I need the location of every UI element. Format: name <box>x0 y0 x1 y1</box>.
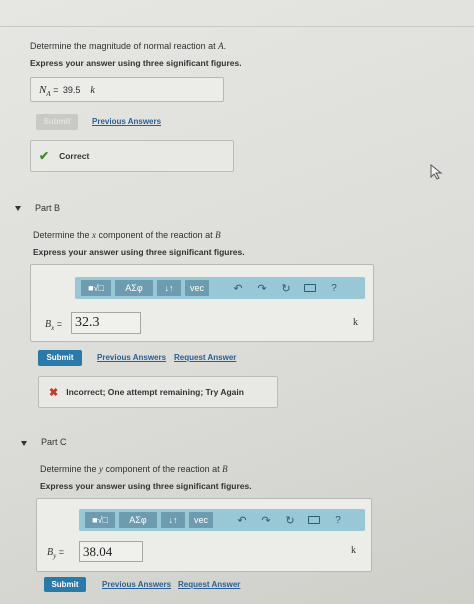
part-b-math-toolbar: ■√□ ΑΣφ ↓↑ vec ↶ ↷ ↻ ? <box>75 277 365 299</box>
keyboard-icon[interactable] <box>305 512 323 528</box>
part-a-answer-box: NA = 39.5 k <box>30 77 224 102</box>
part-a-previous-answers-link[interactable]: Previous Answers <box>92 117 161 126</box>
answer-unit: k <box>90 85 95 96</box>
question-var2: B <box>215 230 221 240</box>
part-c-math-toolbar: ■√□ ΑΣφ ↓↑ vec ↶ ↷ ↻ ? <box>79 509 365 531</box>
help-icon[interactable]: ? <box>329 512 347 528</box>
templates-button[interactable]: ■√□ <box>85 512 115 528</box>
part-a-submit-button[interactable]: Submit <box>36 114 78 130</box>
part-a-instruction: Express your answer using three signific… <box>30 58 242 68</box>
feedback-text: Incorrect; One attempt remaining; Try Ag… <box>66 387 244 397</box>
part-c-instruction: Express your answer using three signific… <box>40 481 252 491</box>
undo-icon[interactable]: ↶ <box>233 512 251 528</box>
part-b-input-label: Bx = <box>45 319 62 332</box>
part-b-previous-answers-link[interactable]: Previous Answers <box>97 353 166 362</box>
part-c-answer-input[interactable]: 38.04 <box>79 541 143 562</box>
part-a-question: Determine the magnitude of normal reacti… <box>30 41 226 51</box>
part-b-title[interactable]: Part B <box>35 203 60 213</box>
part-b-collapse-caret-icon[interactable] <box>15 206 21 211</box>
cross-icon: ✖ <box>49 386 59 399</box>
subscript-superscript-button[interactable]: ↓↑ <box>161 512 185 528</box>
label-eq: = <box>56 547 64 557</box>
part-c-unit: k <box>351 545 356 556</box>
part-c-question: Determine the y component of the reactio… <box>40 464 228 474</box>
feedback-text: Correct <box>59 151 90 161</box>
part-c-input-label: By = <box>47 547 64 560</box>
part-c-collapse-caret-icon[interactable] <box>21 441 27 446</box>
part-b-question: Determine the x component of the reactio… <box>33 230 221 240</box>
question-text: Determine the <box>33 230 93 240</box>
undo-icon[interactable]: ↶ <box>229 280 247 296</box>
question-text-mid: component of the reaction at <box>96 230 216 240</box>
vector-button[interactable]: vec <box>185 280 209 296</box>
answer-eq: = <box>50 85 61 95</box>
mouse-cursor-icon <box>430 163 444 180</box>
subscript-superscript-button[interactable]: ↓↑ <box>157 280 181 296</box>
part-c-previous-answers-link[interactable]: Previous Answers <box>102 580 171 589</box>
vector-button[interactable]: vec <box>189 512 213 528</box>
question-text: Determine the <box>40 464 100 474</box>
templates-button[interactable]: ■√□ <box>81 280 111 296</box>
answer-value: 39.5 <box>62 85 81 95</box>
question-end: . <box>223 41 227 51</box>
question-var2: B <box>222 464 228 474</box>
part-c-request-answer-link[interactable]: Request Answer <box>178 580 240 589</box>
keyboard-icon[interactable] <box>301 280 319 296</box>
part-a-feedback: ✔ Correct <box>30 140 234 172</box>
reset-icon[interactable]: ↻ <box>281 512 299 528</box>
part-b-answer-panel: ■√□ ΑΣφ ↓↑ vec ↶ ↷ ↻ ? Bx = 32.3 k <box>30 264 374 342</box>
top-divider <box>0 26 474 27</box>
part-b-submit-button[interactable]: Submit <box>38 350 82 366</box>
part-b-instruction: Express your answer using three signific… <box>33 247 245 257</box>
part-a-answer: NA = 39.5 k <box>39 84 95 98</box>
part-c-title[interactable]: Part C <box>41 437 67 447</box>
part-c-answer-panel: ■√□ ΑΣφ ↓↑ vec ↶ ↷ ↻ ? By = 38.04 k <box>36 498 372 572</box>
part-b-feedback: ✖ Incorrect; One attempt remaining; Try … <box>38 376 278 408</box>
reset-icon[interactable]: ↻ <box>277 280 295 296</box>
symbols-button[interactable]: ΑΣφ <box>119 512 157 528</box>
part-b-request-answer-link[interactable]: Request Answer <box>174 353 236 362</box>
redo-icon[interactable]: ↷ <box>257 512 275 528</box>
symbols-button[interactable]: ΑΣφ <box>115 280 153 296</box>
part-b-answer-input[interactable]: 32.3 <box>71 312 141 334</box>
part-b-unit: k <box>353 317 358 328</box>
question-text-mid: component of the reaction at <box>103 464 223 474</box>
checkmark-icon: ✔ <box>39 149 50 163</box>
label-eq: = <box>54 319 62 329</box>
part-c-submit-button[interactable]: Submit <box>44 577 86 592</box>
redo-icon[interactable]: ↷ <box>253 280 271 296</box>
help-icon[interactable]: ? <box>325 280 343 296</box>
question-text: Determine the magnitude of normal reacti… <box>30 41 219 51</box>
